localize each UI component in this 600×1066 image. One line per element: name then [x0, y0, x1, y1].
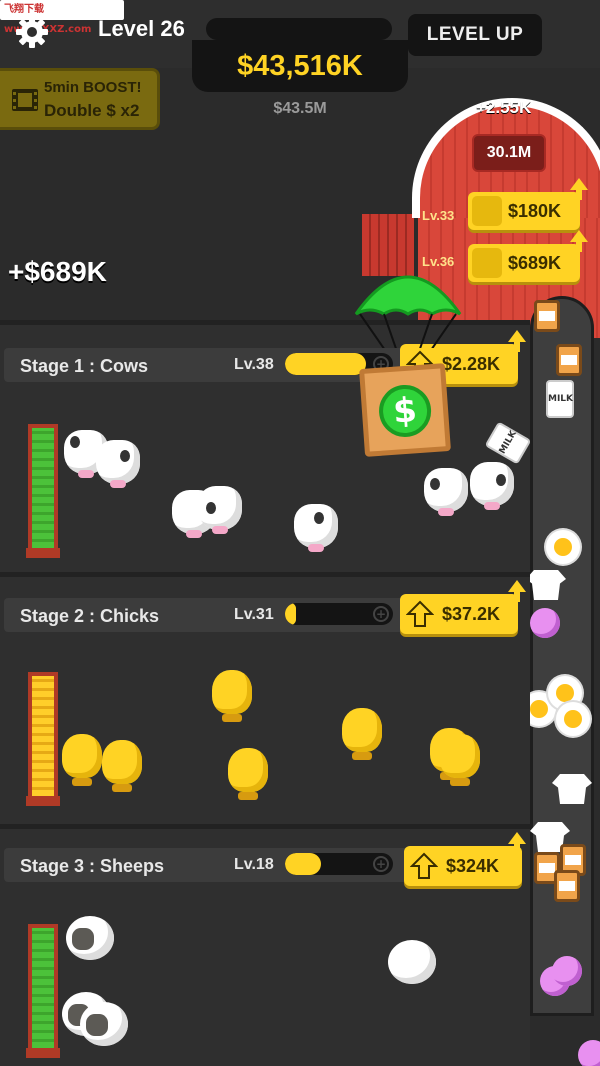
upgrade-arrow-icon: [508, 832, 526, 844]
stage-3-progress-bar: +: [285, 853, 393, 875]
stage-1-name: Stage 1 : Cows: [20, 356, 149, 376]
money-subtotal: $43.5M: [273, 100, 327, 117]
barn-income-float: +2.55K: [476, 98, 532, 117]
sheep-icon[interactable]: [66, 916, 114, 960]
stage-2-price: $37.2K: [442, 604, 501, 624]
barn-upgrade-1-button[interactable]: $180K: [468, 192, 580, 230]
chick-icon[interactable]: [212, 670, 252, 722]
income-float-text: +$689K: [8, 256, 107, 287]
chick-icon[interactable]: [440, 734, 480, 786]
cow-icon[interactable]: [470, 462, 514, 510]
stage-3-upgrade-button[interactable]: $324K: [404, 846, 522, 886]
plus-icon: +: [373, 606, 389, 622]
stage-2-progress-bar: +: [285, 603, 393, 625]
stage-2-upgrade-button[interactable]: $37.2K: [400, 594, 518, 634]
cow-icon[interactable]: [96, 440, 140, 488]
shirt-icon: [472, 196, 502, 226]
stage-3-progress-fill: [285, 853, 321, 875]
milk-icon: MILK: [546, 380, 574, 418]
gear-icon[interactable]: [14, 14, 50, 50]
egg-icon: [546, 530, 580, 564]
grain-feeder: [26, 672, 60, 806]
jar-icon: [554, 870, 580, 902]
parachute-icon[interactable]: [352, 270, 464, 348]
stage-3-name: Stage 3 : Sheeps: [20, 856, 165, 876]
lollipop-icon: [578, 1040, 600, 1066]
cow-icon[interactable]: [198, 486, 242, 534]
chick-icon[interactable]: [62, 734, 102, 786]
upgrade-arrow-stem: [576, 190, 582, 200]
jar-icon: [534, 300, 560, 332]
upgrade-arrow-stem: [576, 242, 582, 252]
upgrade-arrow-stem: [514, 592, 520, 602]
grass-feeder: [26, 924, 60, 1058]
film-icon: [12, 89, 38, 111]
barn-storage-value: 30.1M: [472, 134, 546, 172]
level-progress-bar: [206, 18, 392, 40]
grass-feeder: [26, 424, 60, 558]
stage-3-price: $324K: [446, 856, 500, 876]
level-label: Level 26: [98, 16, 185, 41]
upgrade-arrow-icon: [570, 230, 588, 242]
chick-icon[interactable]: [102, 740, 142, 792]
boost-line-1: 5min BOOST!: [44, 79, 142, 96]
money-total: $43,516K: [237, 50, 363, 82]
stage-1-level: Lv.38: [234, 356, 274, 373]
boost-button[interactable]: 5min BOOST! Double $ x2: [0, 68, 160, 130]
upgrade-arrow-stem: [514, 342, 520, 352]
stage-3-level: Lv.18: [234, 856, 274, 873]
cow-icon[interactable]: [294, 504, 338, 552]
fence: [362, 214, 414, 276]
barn-upgrade-1-price: $180K: [508, 201, 562, 221]
plus-icon: +: [373, 856, 389, 872]
up-arrow-icon: [410, 852, 438, 879]
upgrade-arrow-icon: [508, 330, 526, 342]
stage-1-price: $2.28K: [442, 354, 501, 374]
sheep-icon[interactable]: [388, 940, 436, 984]
barn-upgrade-1-level: Lv.33: [422, 208, 455, 223]
truck-icon: [472, 248, 502, 278]
money-crate[interactable]: $: [359, 363, 451, 457]
barn-upgrade-2-button[interactable]: $689K: [468, 244, 580, 282]
upgrade-arrow-icon: [570, 178, 588, 190]
sheep-icon[interactable]: [80, 1002, 128, 1046]
stage-2-level: Lv.31: [234, 606, 274, 623]
jar-icon: [556, 344, 582, 376]
upgrade-arrow-icon: [508, 580, 526, 592]
stage-2-name: Stage 2 : Chicks: [20, 606, 160, 626]
lollipop-icon: [552, 956, 582, 986]
chick-icon[interactable]: [228, 748, 268, 800]
dollar-coin-icon: $: [377, 383, 433, 439]
stage-1-progress-fill: [285, 353, 366, 375]
up-arrow-icon: [406, 600, 434, 627]
cow-icon[interactable]: [424, 468, 468, 516]
level-up-button[interactable]: LEVEL UP: [408, 14, 542, 56]
barn-upgrade-2-price: $689K: [508, 253, 562, 273]
barn-upgrade-2-level: Lv.36: [422, 254, 455, 269]
upgrade-arrow-stem: [514, 844, 520, 854]
boost-line-2: Double $ x2: [44, 101, 140, 120]
chick-icon[interactable]: [342, 708, 382, 760]
egg-icon: [556, 702, 590, 736]
lollipop-icon: [530, 608, 560, 638]
